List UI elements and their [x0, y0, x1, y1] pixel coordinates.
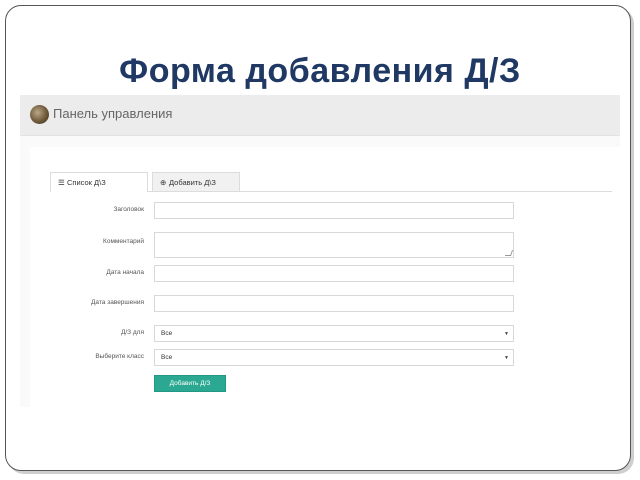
comment-label: Комментарий	[103, 238, 144, 245]
logo-icon[interactable]	[30, 105, 49, 124]
comment-textarea[interactable]	[154, 232, 514, 258]
select-value: Все	[161, 354, 173, 361]
end-date-input[interactable]	[154, 295, 514, 312]
tab-label: Добавить Д\З	[169, 178, 216, 187]
class-label: Выберите класс	[95, 353, 144, 360]
plus-circle-icon: ⊕	[160, 178, 167, 187]
top-navbar: Панель управления	[20, 95, 620, 136]
select-value: Все	[161, 330, 173, 337]
start-date-input[interactable]	[154, 265, 514, 282]
chevron-down-icon: ▼	[504, 355, 509, 361]
add-homework-button[interactable]: Добавить Д/З	[154, 375, 226, 392]
class-select[interactable]: Все ▼	[154, 349, 514, 366]
end-date-label: Дата завершения	[91, 299, 144, 306]
homework-for-label: Д/З для	[120, 329, 144, 336]
slide-title: Форма добавления Д/З	[119, 52, 521, 90]
tab-bar: ☰ Список Д\З ⊕ Добавить Д\З	[50, 172, 612, 192]
chevron-down-icon: ▼	[504, 331, 509, 337]
homework-for-select[interactable]: Все ▼	[154, 325, 514, 342]
list-icon: ☰	[58, 178, 65, 187]
tab-add-homework[interactable]: ⊕ Добавить Д\З	[152, 172, 240, 191]
tab-homework-list[interactable]: ☰ Список Д\З	[50, 172, 148, 192]
content-panel: ☰ Список Д\З ⊕ Добавить Д\З Заголовок Комм…	[30, 147, 620, 407]
tab-label: Список Д\З	[67, 178, 106, 187]
start-date-label: Дата начала	[106, 269, 144, 276]
title-input[interactable]	[154, 202, 514, 219]
resize-grip-icon[interactable]	[504, 250, 514, 256]
header-title[interactable]: Панель управления	[53, 106, 172, 121]
app-screenshot: Панель управления ☰ Список Д\З ⊕ Добавить …	[20, 95, 620, 407]
title-label: Заголовок	[113, 206, 144, 213]
